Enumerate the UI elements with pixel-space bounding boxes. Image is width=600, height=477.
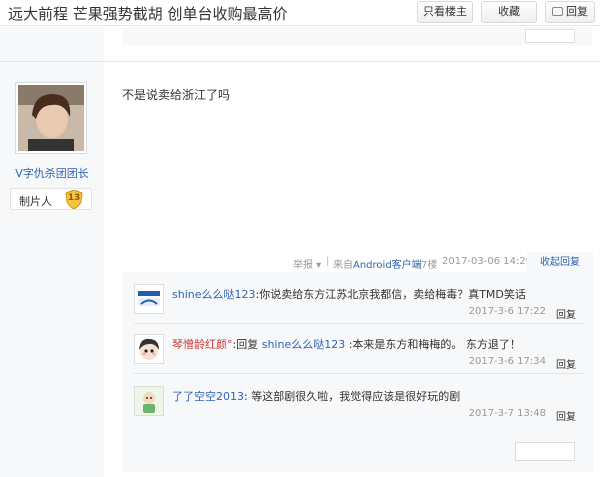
post-content: 不是说卖给浙江了吗 [122,88,231,102]
thread-title: 远大前程 芒果强势截胡 创单台收购最高价 [8,5,288,23]
only-op-button[interactable]: 只看楼主 [417,1,473,23]
reply-text: 了了空空2013: 等这部剧很久啦，我觉得应该是很好玩的剧 [172,388,460,404]
client-source: 来自Android客户端 [333,256,422,271]
client-link[interactable]: Android客户端 [353,260,422,271]
badge-title: 制片人 [19,195,52,208]
author-name[interactable]: V字仇杀团团长 [0,165,104,181]
cartoon-kid-icon[interactable] [134,386,164,416]
reply-divider [134,323,584,324]
reply-content: 你说卖给东方江苏北京我都信，卖给梅毒？真TMD笑话 [259,288,526,301]
level-shield-icon: 13 [65,189,83,210]
thread-header: 远大前程 芒果强势截胡 创单台收购最高价 只看楼主 收藏 回复 [0,0,600,26]
reply-content: 等这部剧很久啦，我觉得应该是很好玩的剧 [247,390,461,403]
list-item: 琴憎龄红颜°:回复 shine么么哒123 :本来是东方和梅梅的。 东方退了！ … [134,334,584,374]
tail-separator: | [326,256,330,267]
reply-text: 琴憎龄红颜°:回复 shine么么哒123 :本来是东方和梅梅的。 东方退了！ [172,336,521,352]
reply-text: shine么么哒123:你说卖给东方江苏北京我都信，卖给梅毒？真TMD笑话 [172,286,526,302]
reply-link[interactable]: 回复 [556,356,576,371]
reply-time: 2017-3-7 13:48 [468,408,546,419]
comment-icon [552,7,563,16]
report-link[interactable]: 举报 ▾ [293,256,321,271]
hunan-tv-logo-icon[interactable] [134,284,164,314]
reply-user[interactable]: shine么么哒123 [172,288,256,301]
favorite-button[interactable]: 收藏 [481,1,537,23]
cartoon-girl-icon[interactable] [134,334,164,364]
reply-prefix: 回复 [236,338,262,351]
previous-post-remnant [0,27,600,62]
post-tail: 举报 ▾ | 来自Android客户端 7楼 2017-03-06 14:29 … [0,252,600,273]
reply-time: 2017-3-6 17:22 [468,306,546,317]
previous-reply-input[interactable] [525,29,575,43]
reply-content: :本来是东方和梅梅的。 东方退了！ [345,338,521,351]
collapse-replies-button[interactable]: 收起回复 [527,252,593,273]
avatar[interactable] [15,82,87,154]
reply-user[interactable]: 了了空空2013 [172,390,244,403]
reply-button[interactable]: 回复 [545,1,595,23]
reply-input[interactable] [515,442,575,461]
list-item: 了了空空2013: 等这部剧很久啦，我觉得应该是很好玩的剧 2017-3-7 1… [134,386,584,426]
floor-number: 7楼 [421,260,438,271]
reply-time: 2017-3-6 17:34 [468,356,546,367]
reply-divider [134,373,584,374]
reply-target-user[interactable]: shine么么哒123 [262,338,346,351]
reply-list: shine么么哒123:你说卖给东方江苏北京我都信，卖给梅毒？真TMD笑话 20… [122,272,593,472]
reply-link[interactable]: 回复 [556,408,576,423]
from-prefix: 来自 [333,260,353,271]
reply-link[interactable]: 回复 [556,306,576,321]
reply-user[interactable]: 琴憎龄红颜° [172,338,233,351]
post-time: 2017-03-06 14:29 [442,256,533,267]
list-item: shine么么哒123:你说卖给东方江苏北京我都信，卖给梅毒？真TMD笑话 20… [134,284,584,324]
member-badge[interactable]: 制片人 13 [10,188,92,210]
reply-button-label: 回复 [566,5,588,18]
report-label: 举报 [293,260,313,271]
user-photo-icon [18,85,84,151]
level-number: 13 [67,193,81,203]
